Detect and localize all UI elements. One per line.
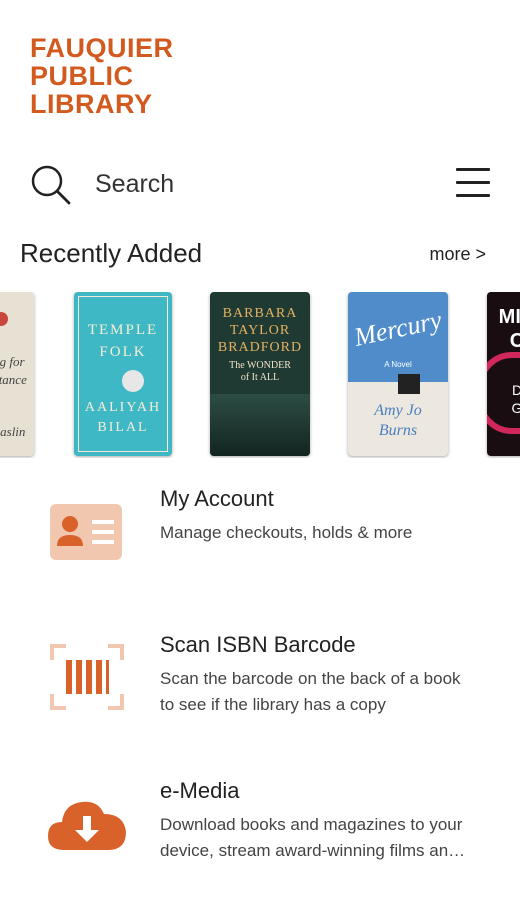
e-media-title: e-Media [160, 778, 240, 803]
desc-line: to see if the library has a copy [160, 695, 386, 714]
e-media-desc: Download books and magazines to your dev… [160, 812, 500, 864]
book-author-line: MIC [498, 306, 520, 328]
book-cover-art [210, 394, 310, 456]
library-logo: FAUQUIER PUBLIC LIBRARY [30, 34, 174, 118]
my-account-title: My Account [160, 486, 274, 511]
book-title-line: of It ALL [240, 372, 280, 383]
book-title-line: D [511, 382, 520, 398]
book-carousel[interactable]: ing for …tance …aslin TEMPLE FOLK AALIYA… [0, 292, 520, 458]
book-author-line: TAYLOR [229, 323, 291, 338]
desc-line: Download books and magazines to your [160, 815, 463, 834]
book-cover[interactable]: BARBARA TAYLOR BRADFORD The WONDER of It… [210, 292, 310, 456]
book-author-line: Burns [378, 422, 418, 439]
book-title-line: TEMPLE [87, 322, 159, 338]
logo-line-3: LIBRARY [30, 89, 153, 119]
desc-line: device, stream award-winning films an… [160, 841, 466, 860]
my-account-desc: Manage checkouts, holds & more [160, 520, 500, 546]
search-bar[interactable]: Search [30, 160, 492, 208]
book-author-line: BILAL [97, 420, 149, 435]
book-tag: A Novel [384, 360, 412, 369]
search-label[interactable]: Search [95, 170, 174, 199]
logo-line-2: PUBLIC [30, 61, 134, 91]
my-account-item[interactable]: My Account Manage checkouts, holds & mor… [0, 486, 520, 596]
book-cover-window [398, 374, 420, 394]
account-card-icon [50, 504, 122, 560]
scan-isbn-title: Scan ISBN Barcode [160, 632, 356, 657]
book-author-line: BRADFORD [217, 340, 303, 355]
badge-dot [0, 312, 8, 326]
book-title-line: …tance [0, 372, 27, 387]
book-title: Mercury [351, 305, 445, 352]
book-author-line: C [509, 330, 520, 352]
book-cover[interactable]: ing for …tance …aslin [0, 292, 34, 456]
book-title-line: FOLK [99, 344, 147, 360]
book-cover[interactable]: TEMPLE FOLK AALIYAH BILAL [74, 292, 172, 456]
search-icon[interactable] [30, 164, 72, 206]
book-author: …aslin [0, 424, 26, 439]
book-cover[interactable]: Mercury A Novel Amy Jo Burns [348, 292, 448, 456]
book-title-line: The WONDER [229, 360, 291, 371]
menu-icon[interactable] [456, 166, 492, 198]
e-media-item[interactable]: e-Media Download books and magazines to … [0, 778, 520, 888]
book-title-line: ing for [0, 354, 25, 369]
book-cover[interactable]: MIC C D G [487, 292, 520, 456]
book-author-line: AALIYAH [84, 400, 162, 415]
cloud-download-icon [48, 801, 126, 850]
scan-isbn-item[interactable]: Scan ISBN Barcode Scan the barcode on th… [0, 632, 520, 742]
logo-line-1: FAUQUIER [30, 33, 174, 63]
scan-isbn-desc: Scan the barcode on the back of a book t… [160, 666, 500, 718]
book-award-seal [122, 370, 144, 392]
book-author-line: Amy Jo [374, 402, 422, 419]
section-title-recently-added: Recently Added [20, 238, 203, 268]
more-link[interactable]: more > [429, 244, 486, 265]
book-title-line: G [511, 400, 520, 416]
barcode-scan-icon [50, 644, 124, 710]
book-author-line: BARBARA [222, 306, 298, 321]
desc-line: Manage checkouts, holds & more [160, 523, 413, 542]
desc-line: Scan the barcode on the back of a book [160, 669, 461, 688]
